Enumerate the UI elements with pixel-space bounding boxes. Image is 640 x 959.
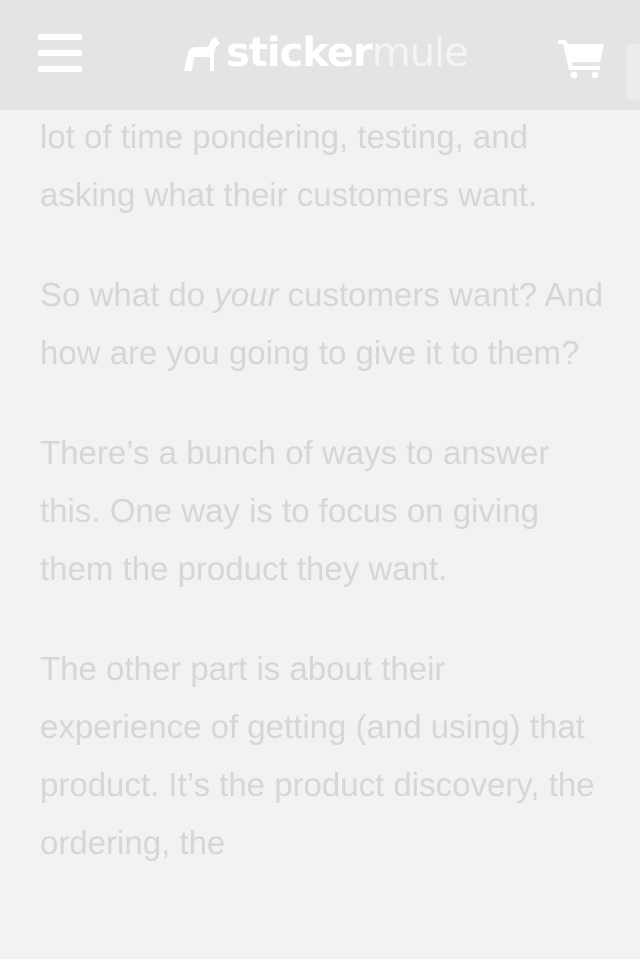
shopping-cart-icon[interactable] [558,36,604,79]
brand-name: stickermule [226,28,469,78]
article-paragraph: There’s a bunch of ways to answer this. … [40,434,550,587]
hamburger-menu-icon[interactable] [38,34,82,72]
sticker-mule-logo[interactable]: stickermule [180,28,469,78]
article-paragraph: lot of time pondering, testing, and aski… [40,118,538,213]
article-body: lot of time pondering, testing, and aski… [40,108,610,914]
paragraph-text: So what do [40,276,215,313]
brand-bold: sticker [226,30,373,76]
article-paragraph: So what do your customers want? And how … [40,266,610,382]
article-paragraph: The other part is about their experience… [40,650,595,861]
site-header: stickermule [0,0,640,110]
emphasis-text: your [214,276,279,313]
scrollbar-thumb[interactable] [626,44,640,100]
brand-light: mule [371,30,469,76]
mule-logo-icon [184,37,220,71]
